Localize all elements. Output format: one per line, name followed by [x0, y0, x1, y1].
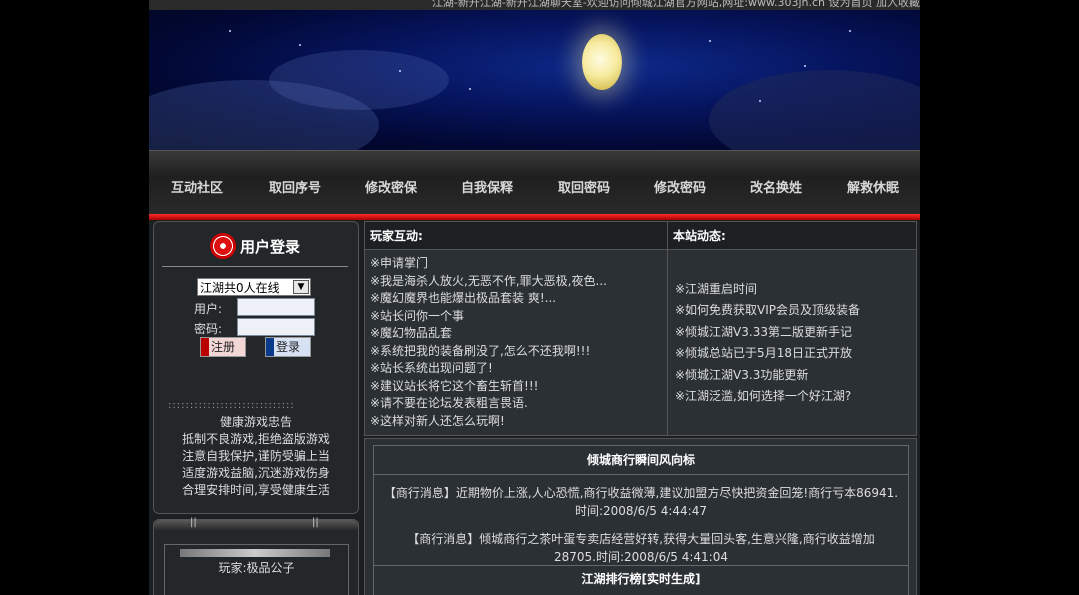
interaction-list: ※申请掌门 ※我是海杀人放火,无恶不作,罪大恶极,夜色... ※魔幻魔界也能爆出… [370, 255, 607, 430]
moon-icon [582, 34, 622, 90]
nav-quhuixuhao[interactable]: 取回序号 [269, 177, 321, 196]
nav-jiejiuxiumian[interactable]: 解救休眠 [847, 177, 899, 196]
notice-line: 健康游戏忠告 [219, 415, 292, 429]
login-title-text: 用户登录 [240, 237, 301, 256]
column-divider [667, 222, 668, 435]
password-input[interactable] [237, 318, 315, 336]
news-item[interactable]: ※倾城江湖V3.3功能更新 [675, 365, 860, 386]
online-select-value: 江湖共0人在线 [200, 281, 280, 295]
logo-swirl-icon [210, 233, 236, 259]
health-notice: 健康游戏忠告 抵制不良游戏,拒绝盗版游戏 注意自我保护,谨防受骗上当 适度游戏益… [154, 414, 358, 499]
marquee-text: 江湖-新开江湖-新开江湖聊天室-欢迎访问倾城江湖官方网站,网址:www.303j… [431, 0, 920, 9]
username-input[interactable] [237, 298, 315, 316]
page-container: 江湖-新开江湖-新开江湖聊天室-欢迎访问倾城江湖官方网站,网址:www.303j… [149, 0, 920, 595]
interaction-item[interactable]: ※魔幻物品乱套 [370, 325, 607, 343]
nav-xiugaimima[interactable]: 修改密码 [654, 177, 706, 196]
notice-line: 抵制不良游戏,拒绝盗版游戏 [182, 432, 330, 446]
online-select[interactable]: 江湖共0人在线 ▼ [197, 278, 311, 296]
trade-title: 倾城商行瞬间风向标 [374, 446, 908, 475]
interaction-header: 玩家互动: [365, 222, 667, 250]
news-item[interactable]: ※江湖泛滥,如何选择一个好江湖? [675, 386, 860, 407]
notice-line: 适度游戏益脑,沉迷游戏伤身 [182, 466, 330, 480]
trade-message: 【商行消息】倾城商行之茶叶蛋专卖店经营好转,获得大量回头客,生意兴隆,商行收益增… [374, 530, 908, 566]
player-card: 玩家:极品公子 [164, 544, 349, 595]
login-title: 用户登录 [210, 233, 300, 259]
nav-hudong[interactable]: 互动社区 [171, 177, 223, 196]
trade-inner: 倾城商行瞬间风向标 【商行消息】近期物价上涨,人心恐慌,商行收益微薄,建议加盟方… [373, 445, 909, 595]
interaction-item[interactable]: ※魔幻魔界也能爆出极品套装 爽!... [370, 290, 607, 308]
player-panel: || || 玩家:极品公子 [153, 517, 359, 595]
panel-header: || || [154, 517, 358, 530]
handle-icon: || [190, 517, 197, 528]
trade-message-time: 时间:2008/6/5 4:44:47 [574, 504, 707, 518]
news-list: ※江湖重启时间 ※如何免费获取VIP会员及顶级装备 ※倾城江湖V3.33第二版更… [675, 279, 860, 407]
notice-line: 注意自我保护,谨防受骗上当 [182, 449, 330, 463]
notice-line: 合理安排时间,享受健康生活 [182, 483, 330, 497]
news-item[interactable]: ※如何免费获取VIP会员及顶级装备 [675, 300, 860, 321]
login-button[interactable]: 登录 [265, 337, 311, 357]
news-header: 本站动态: [668, 222, 916, 250]
ranking-title: 江湖排行榜[实时生成] [374, 565, 908, 595]
trade-panel: 倾城商行瞬间风向标 【商行消息】近期物价上涨,人心恐慌,商行收益微薄,建议加盟方… [364, 438, 917, 595]
marquee-bar: 江湖-新开江湖-新开江湖聊天室-欢迎访问倾城江湖官方网站,网址:www.303j… [149, 0, 920, 10]
nav-divider [149, 214, 920, 220]
trade-message: 【商行消息】近期物价上涨,人心恐慌,商行收益微薄,建议加盟方尽快把资金回笼!商行… [374, 484, 908, 520]
interaction-item[interactable]: ※申请掌门 [370, 255, 607, 273]
divider [162, 266, 348, 267]
banner-image [149, 10, 920, 150]
news-item[interactable]: ※江湖重启时间 [675, 279, 860, 300]
news-item[interactable]: ※倾城总站已于5月18日正式开放 [675, 343, 860, 364]
info-panel: 玩家互动: 本站动态: ※申请掌门 ※我是海杀人放火,无恶不作,罪大恶极,夜色.… [364, 221, 917, 436]
handle-icon: || [312, 517, 319, 528]
password-label: 密码: [194, 322, 223, 336]
interaction-item[interactable]: ※建议站长将它这个畜生斩首!!! [370, 378, 607, 396]
interaction-item[interactable]: ※系统把我的装备刷没了,怎么不还我啊!!! [370, 343, 607, 361]
main-nav: 互动社区 取回序号 修改密保 自我保释 取回密码 修改密码 改名换姓 解救休眠 [149, 150, 920, 215]
player-image [180, 549, 330, 557]
interaction-item[interactable]: ※站长系统出现问题了! [370, 360, 607, 378]
nav-xiugaimibao[interactable]: 修改密保 [365, 177, 417, 196]
register-button[interactable]: 注册 [200, 337, 246, 357]
news-item[interactable]: ※倾城江湖V3.33第二版更新手记 [675, 322, 860, 343]
player-name[interactable]: 玩家:极品公子 [165, 559, 348, 576]
trade-message-time: 28705.时间:2008/6/5 4:41:04 [553, 550, 728, 564]
nav-gaiminghuanxing[interactable]: 改名换姓 [750, 177, 802, 196]
nav-quhuimima[interactable]: 取回密码 [558, 177, 610, 196]
username-label: 用户: [194, 302, 223, 316]
nav-ziwobaoshi[interactable]: 自我保释 [461, 177, 513, 196]
interaction-item[interactable]: ※我是海杀人放火,无恶不作,罪大恶极,夜色... [370, 273, 607, 291]
login-panel: 用户登录 江湖共0人在线 ▼ 用户: 密码: 注册 登录 ::::::::::::… [153, 221, 359, 514]
trade-message-text: 【商行消息】近期物价上涨,人心恐慌,商行收益微薄,建议加盟方尽快把资金回笼!商行… [383, 486, 899, 500]
interaction-item[interactable]: ※这样对新人还怎么玩啊! [370, 413, 607, 431]
chevron-down-icon[interactable]: ▼ [293, 280, 309, 294]
interaction-item[interactable]: ※请不要在论坛发表粗言畏语. [370, 395, 607, 413]
interaction-item[interactable]: ※站长问你一个事 [370, 308, 607, 326]
dotted-divider: ::::::::::::::::::::::::::::: [168, 400, 295, 411]
trade-message-text: 【商行消息】倾城商行之茶叶蛋专卖店经营好转,获得大量回头客,生意兴隆,商行收益增… [407, 532, 875, 546]
